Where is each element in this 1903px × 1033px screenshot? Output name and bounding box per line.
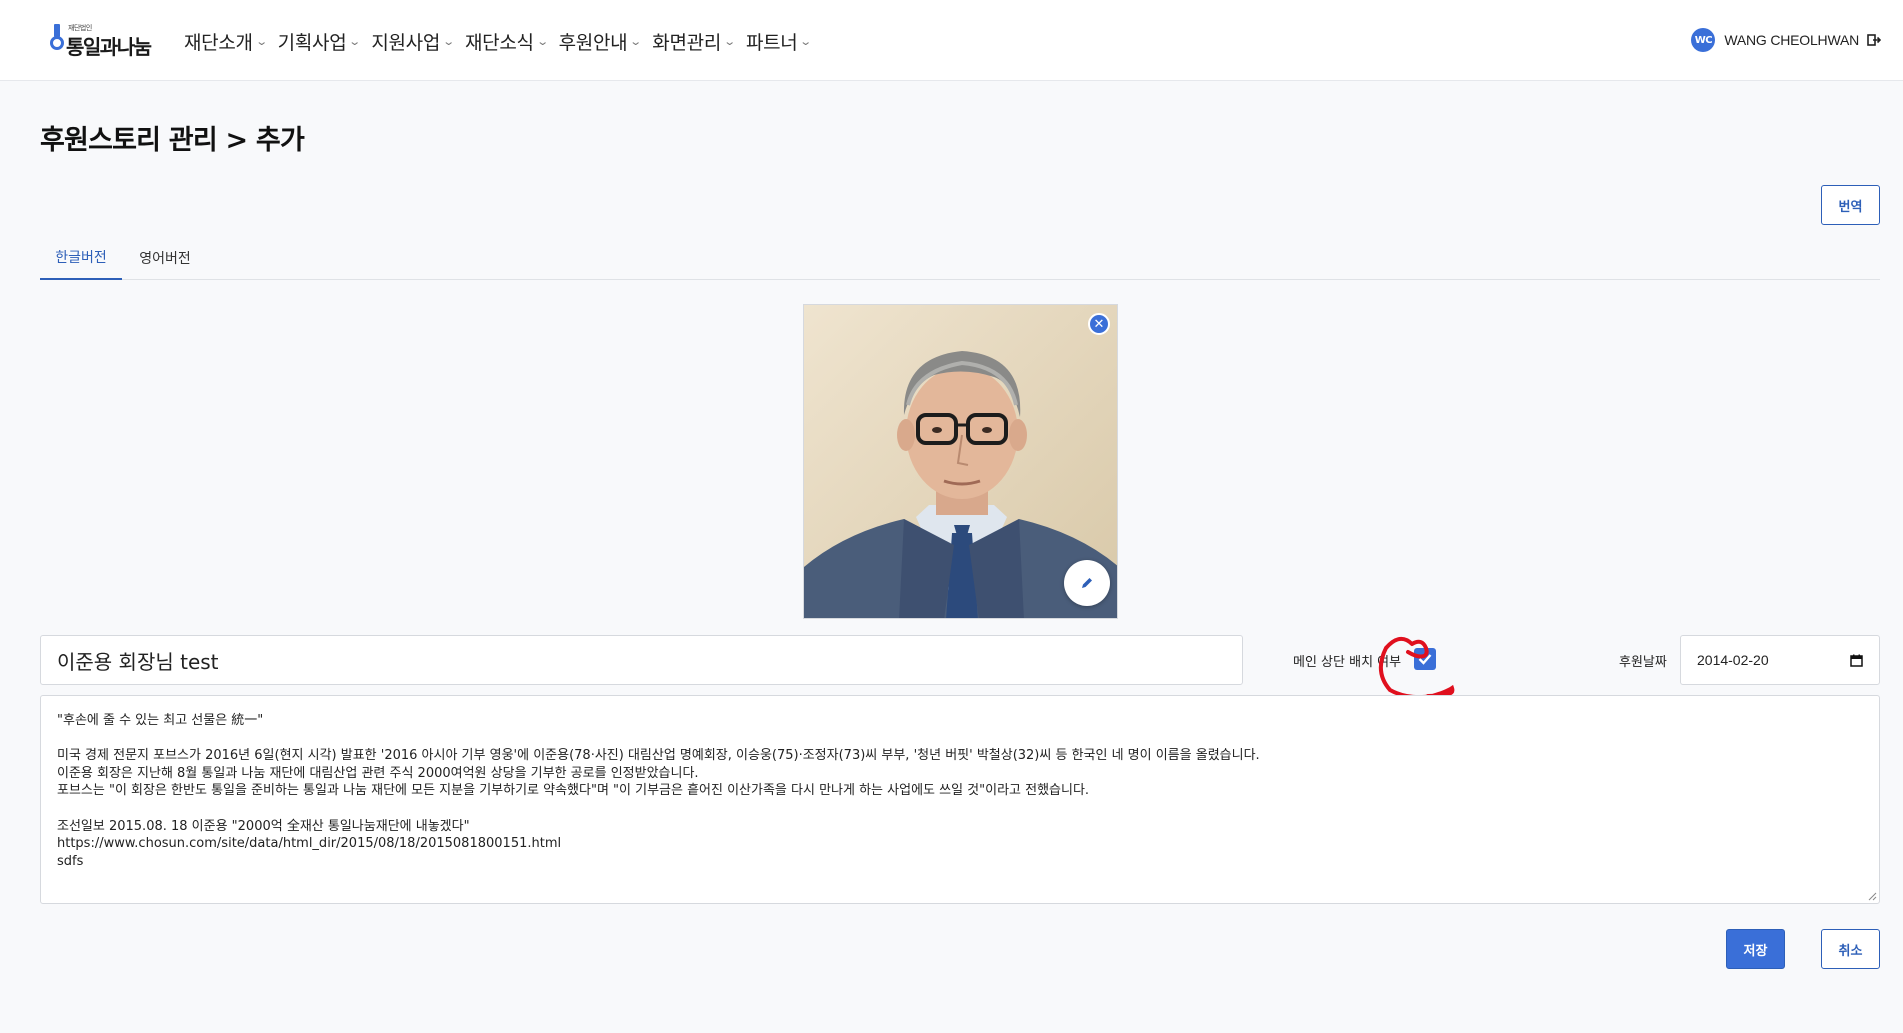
body-line bbox=[57, 800, 1863, 818]
save-button[interactable]: 저장 bbox=[1726, 929, 1785, 969]
nav-item-label: 재단소개 bbox=[184, 31, 253, 54]
body-line: 이준용 회장은 지난해 8월 통일과 나눔 재단에 대림산업 관련 주식 200… bbox=[57, 765, 699, 781]
body-line: 조선일보 2015.08. 18 이준용 "2000억 全재산 통일나눔재단에 … bbox=[57, 818, 470, 834]
body-line: 미국 경제 전문지 포브스가 2016년 6일(현지 시각) 발표한 '2016… bbox=[57, 748, 1260, 764]
close-icon: ✕ bbox=[1093, 316, 1105, 332]
resize-handle-icon[interactable] bbox=[1867, 891, 1877, 901]
logout-icon[interactable] bbox=[1867, 33, 1881, 47]
chevron-down-icon: ⌄ bbox=[254, 34, 268, 48]
pencil-icon bbox=[1082, 578, 1092, 588]
page-title: 후원스토리 관리 > 추가 bbox=[40, 125, 305, 156]
nav-item-planning[interactable]: 기획사업 ⌄ bbox=[277, 28, 362, 55]
tab-english-version[interactable]: 영어버전 bbox=[122, 236, 208, 280]
chevron-down-icon: ⌄ bbox=[442, 34, 455, 48]
foundation-logo[interactable]: 재단법인 통일과나눔 bbox=[50, 22, 154, 59]
chevron-down-icon: ⌄ bbox=[348, 34, 362, 48]
translate-button[interactable]: 번역 bbox=[1821, 185, 1880, 225]
story-title-input[interactable] bbox=[40, 635, 1243, 685]
nav-item-label: 후원안내 bbox=[558, 31, 628, 54]
chevron-down-icon: ⌄ bbox=[723, 34, 736, 48]
body-line: 포브스는 "이 회장은 한반도 통일을 준비하는 통일과 나눔 재단에 모든 지… bbox=[57, 783, 1090, 799]
logo-title: 통일과나눔 bbox=[66, 35, 152, 59]
nav-item-label: 파트너 bbox=[745, 31, 798, 54]
body-line: "후손에 줄 수 있는 최고 선물은 統一" bbox=[57, 713, 264, 728]
calendar-icon[interactable] bbox=[1850, 654, 1863, 667]
tab-korean-version[interactable]: 한글버전 bbox=[40, 236, 122, 280]
language-tabs: 한글버전 영어버전 bbox=[40, 236, 1880, 280]
chevron-down-icon: ⌄ bbox=[535, 34, 549, 48]
edit-image-button[interactable] bbox=[1064, 560, 1110, 606]
cancel-button[interactable]: 취소 bbox=[1821, 929, 1880, 969]
donation-date-input[interactable]: 2014-02-20 bbox=[1680, 635, 1880, 685]
body-line: sdfs bbox=[57, 853, 84, 869]
body-line: https://www.chosun.com/site/data/html_di… bbox=[57, 836, 562, 852]
logo-ring-icon bbox=[50, 36, 64, 50]
nav-item-label: 지원사업 bbox=[371, 31, 441, 54]
nav-item-about[interactable]: 재단소개 ⌄ bbox=[184, 28, 268, 55]
checkmark-icon bbox=[1418, 654, 1432, 665]
story-body-textarea[interactable]: "후손에 줄 수 있는 최고 선물은 統一" 미국 경제 전문지 포브스가 20… bbox=[40, 695, 1880, 904]
donation-date-label: 후원날짜 bbox=[1619, 655, 1667, 670]
avatar: WC bbox=[1691, 28, 1716, 52]
nav-item-label: 기획사업 bbox=[277, 31, 347, 54]
chevron-down-icon: ⌄ bbox=[799, 34, 813, 48]
nav-item-label: 재단소식 bbox=[464, 31, 534, 54]
chevron-down-icon: ⌄ bbox=[629, 34, 643, 48]
nav-item-label: 화면관리 bbox=[652, 31, 722, 54]
user-name: WANG CHEOLHWAN bbox=[1724, 32, 1859, 48]
nav-item-donation[interactable]: 후원안내 ⌄ bbox=[558, 28, 643, 55]
date-value: 2014-02-20 bbox=[1697, 652, 1769, 668]
main-nav: 재단소개 ⌄ 기획사업 ⌄ 지원사업 ⌄ 재단소식 ⌄ 후원안내 ⌄ 화면관리 … bbox=[184, 26, 822, 56]
top-header: 재단법인 통일과나눔 재단소개 ⌄ 기획사업 ⌄ 지원사업 ⌄ 재단소식 ⌄ 후… bbox=[0, 0, 1903, 81]
remove-image-button[interactable]: ✕ bbox=[1088, 313, 1110, 335]
nav-item-partners[interactable]: 파트너 ⌄ bbox=[745, 28, 813, 55]
nav-item-support-programs[interactable]: 지원사업 ⌄ bbox=[371, 28, 455, 55]
nav-item-screen-management[interactable]: 화면관리 ⌄ bbox=[652, 28, 736, 55]
nav-item-news[interactable]: 재단소식 ⌄ bbox=[464, 28, 549, 55]
body-line bbox=[57, 730, 1863, 748]
user-menu[interactable]: WC WANG CHEOLHWAN bbox=[1691, 28, 1881, 52]
main-top-label: 메인 상단 배치 여부 bbox=[1293, 655, 1402, 670]
main-top-checkbox[interactable] bbox=[1414, 648, 1436, 670]
